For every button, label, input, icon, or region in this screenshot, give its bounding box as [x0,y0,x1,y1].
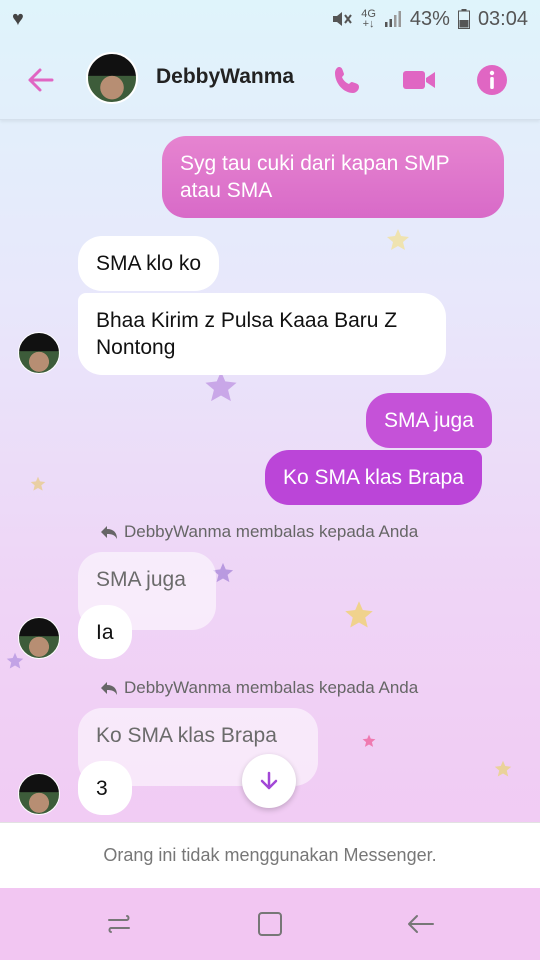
video-call-icon[interactable] [401,62,437,98]
battery-icon [457,9,470,29]
reply-indicator: DebbyWanma membalas kepada Anda [100,678,418,698]
contact-avatar[interactable] [18,773,60,815]
received-message[interactable]: 3 [78,761,132,815]
star-decoration-icon [30,476,46,491]
status-bar: ♥ 4G +↓ 43% 03:04 [0,0,540,38]
clock: 03:04 [477,7,528,30]
back-arrow-icon[interactable] [22,62,58,98]
signal-icon [384,11,401,27]
star-decoration-icon [362,734,376,747]
received-message[interactable]: SMA klo ko [78,236,220,291]
phone-call-icon[interactable] [330,62,366,98]
contact-name[interactable]: DebbyWanma [156,65,294,89]
back-nav-icon[interactable] [405,908,437,940]
star-decoration-icon [387,229,409,250]
received-message[interactable]: Ia [78,605,132,659]
network-indicator: 4G +↓ [361,8,376,30]
reply-arrow-icon [101,526,117,539]
battery-percentage: 43% [409,7,450,30]
reply-indicator: DebbyWanma membalas kepada Anda [100,522,418,542]
star-decoration-icon [345,601,373,628]
info-icon[interactable] [474,62,510,98]
scroll-to-bottom-button[interactable] [242,754,296,808]
heart-notification-icon: ♥ [12,7,24,30]
home-icon[interactable] [254,908,286,940]
received-message[interactable]: Bhaa Kirim z Pulsa Kaaa Baru Z Nontong [78,293,446,375]
recent-apps-icon[interactable] [103,908,135,940]
chat-header: DebbyWanma [0,38,540,120]
reply-arrow-icon [101,682,117,695]
star-decoration-icon [205,371,237,402]
star-decoration-icon [494,760,512,777]
arrow-down-icon [260,771,278,790]
sent-message[interactable]: SMA juga [366,393,492,448]
messenger-status-note: Orang ini tidak menggunakan Messenger. [0,822,540,888]
contact-avatar[interactable] [86,52,138,104]
mute-icon [333,12,353,26]
sent-message[interactable]: Syg tau cuki dari kapan SMP atau SMA [162,136,504,218]
contact-avatar[interactable] [18,332,60,374]
contact-avatar[interactable] [18,617,60,659]
sent-message[interactable]: Ko SMA klas Brapa [265,450,482,505]
star-decoration-icon [6,652,24,669]
system-nav-bar [0,888,540,960]
